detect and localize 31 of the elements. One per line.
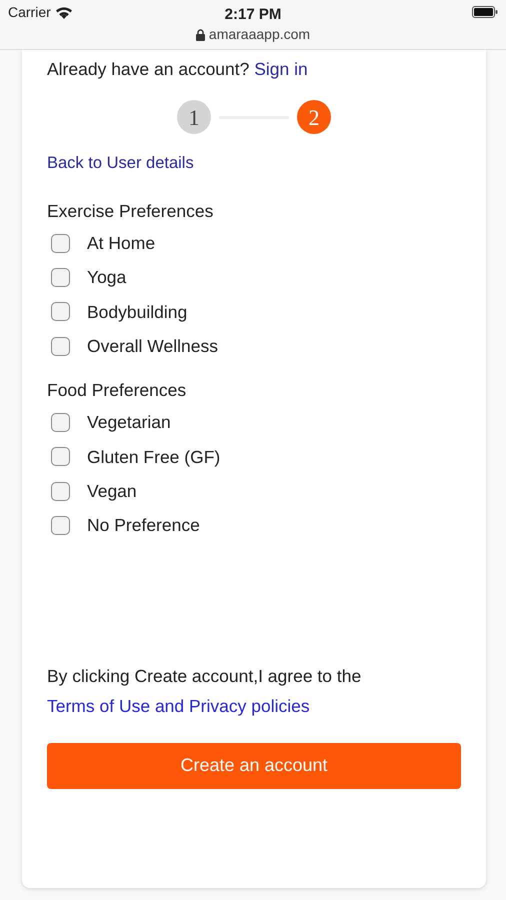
lock-icon bbox=[196, 28, 205, 40]
step-indicator: 2 bbox=[297, 100, 331, 134]
clock-time: 2:17 PM bbox=[224, 6, 282, 23]
wifi-icon bbox=[54, 6, 73, 18]
checkbox-label[interactable]: Gluten Free (GF) bbox=[87, 444, 220, 470]
checkbox-label[interactable]: Overall Wellness bbox=[87, 332, 218, 360]
checkbox-label[interactable]: Yoga bbox=[87, 264, 126, 291]
section-heading: Exercise Preferences bbox=[47, 200, 214, 221]
checkbox-label[interactable]: Vegetarian bbox=[87, 409, 171, 436]
checkbox[interactable] bbox=[51, 413, 70, 432]
signin-prompt: Already have an account? bbox=[47, 59, 250, 79]
back-link[interactable]: Back to User details bbox=[47, 154, 194, 172]
carrier-name: Carrier bbox=[8, 2, 51, 22]
signin-link[interactable]: Sign in bbox=[254, 59, 308, 79]
url-text: amaraaapp.com bbox=[208, 25, 310, 44]
agreement-text: By clicking Create account,I agree to the bbox=[47, 666, 362, 686]
checkbox[interactable] bbox=[51, 516, 70, 535]
checkbox-label[interactable]: At Home bbox=[87, 230, 156, 256]
checkbox-label[interactable]: Vegan bbox=[87, 478, 137, 504]
checkbox[interactable] bbox=[51, 482, 70, 501]
checkbox[interactable] bbox=[51, 447, 70, 466]
terms-link[interactable]: Terms of Use and Privacy policies bbox=[47, 696, 310, 716]
section-heading: Food Preferences bbox=[47, 380, 186, 400]
checkbox[interactable] bbox=[51, 336, 70, 356]
checkbox-label[interactable]: No Preference bbox=[87, 512, 200, 539]
checkbox[interactable] bbox=[51, 302, 70, 322]
checkbox[interactable] bbox=[51, 268, 70, 287]
checkbox[interactable] bbox=[51, 234, 70, 253]
checkbox-label[interactable]: Bodybuilding bbox=[87, 298, 188, 325]
battery-icon bbox=[472, 6, 498, 18]
step-indicator: 1 bbox=[177, 100, 211, 134]
